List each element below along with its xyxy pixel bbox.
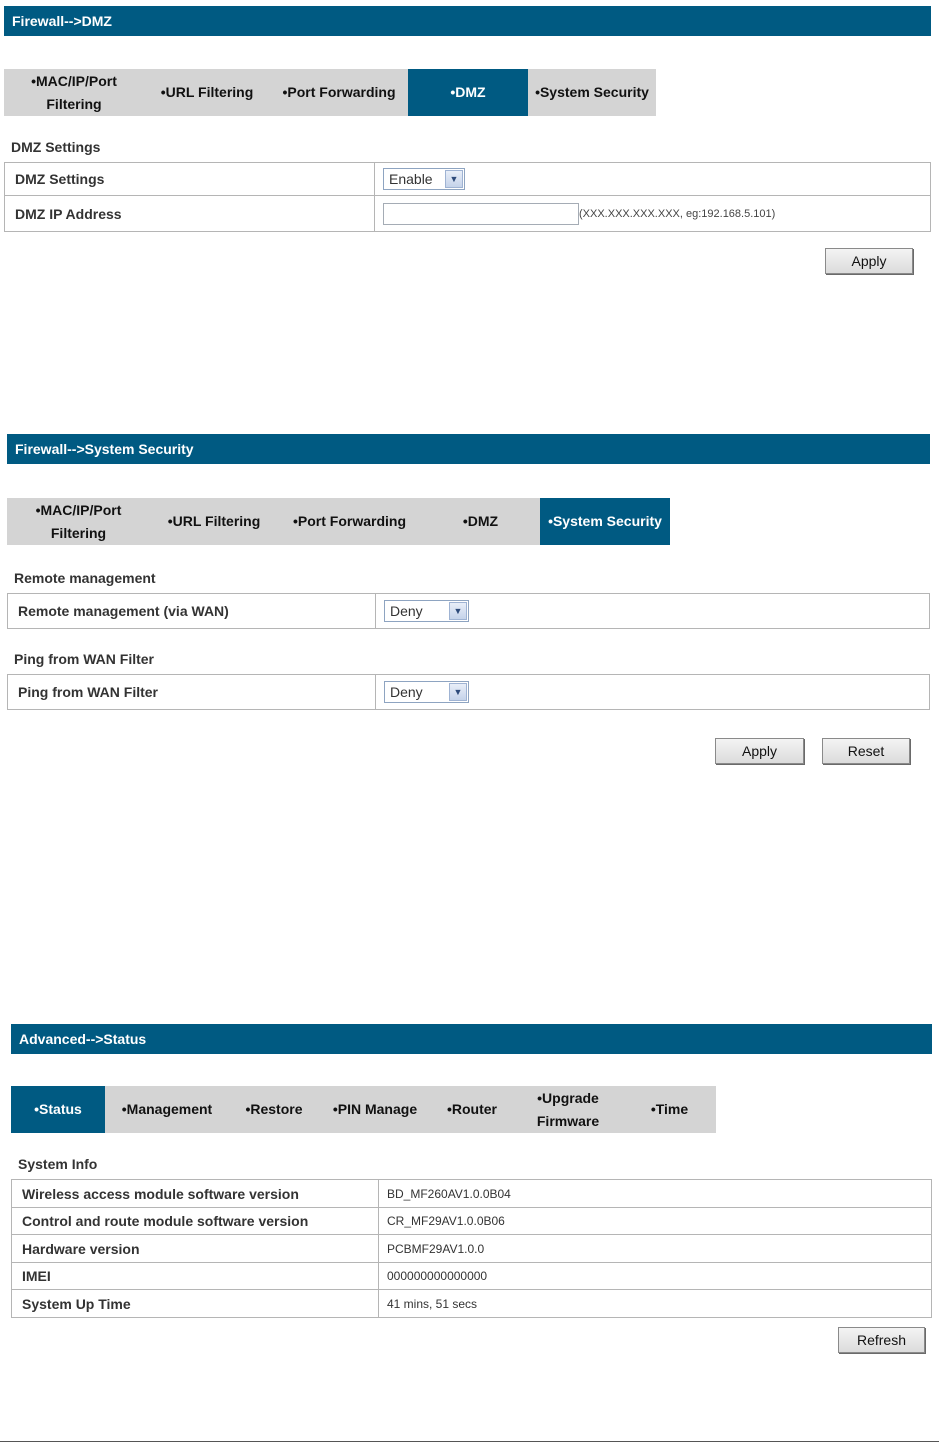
tab-label: •System Security [548, 513, 662, 529]
remote-management-select[interactable]: Deny ▼ [384, 600, 469, 622]
ping-filter-label: Ping from WAN Filter [7, 674, 376, 710]
tab-label: •Upgrade [537, 1089, 599, 1106]
info-label: Control and route module software versio… [11, 1207, 379, 1235]
tab-label: •PIN Manage [332, 1101, 418, 1117]
info-value: 41 mins, 51 secs [378, 1289, 932, 1318]
dmz-settings-label: DMZ Settings [4, 162, 375, 196]
button-label: Refresh [856, 1332, 907, 1348]
select-value: Enable [389, 171, 433, 187]
dmz-title-bar: Firewall-->DMZ [4, 6, 931, 36]
info-value: 000000000000000 [378, 1262, 932, 1290]
tab-dmz[interactable]: •DMZ [421, 498, 540, 545]
tab-label: Filtering [50, 524, 107, 541]
table-row: Hardware version PCBMF29AV1.0.0 [11, 1234, 932, 1263]
ping-filter-section-label: Ping from WAN Filter [14, 651, 154, 667]
table-row: IMEI 000000000000000 [11, 1262, 932, 1290]
tab-label: •DMZ [450, 84, 486, 100]
dmz-settings-table: DMZ Settings Enable ▼ DMZ IP Address (XX… [4, 162, 931, 232]
info-label: IMEI [11, 1262, 379, 1290]
page-divider [0, 1441, 939, 1442]
chevron-down-icon: ▼ [449, 602, 467, 620]
tab-mac-ip-port-filtering[interactable]: •MAC/IP/Port Filtering [7, 498, 150, 545]
tab-label: •Router [446, 1101, 497, 1117]
tab-label: •Port Forwarding [282, 84, 396, 100]
tab-management[interactable]: •Management [105, 1086, 229, 1133]
tab-upgrade-firmware[interactable]: •Upgrade Firmware [513, 1086, 623, 1133]
info-label: System Up Time [11, 1289, 379, 1318]
tab-label: •Restore [245, 1101, 303, 1117]
status-page-title: Advanced-->Status [19, 1031, 147, 1047]
info-value: BD_MF260AV1.0.0B04 [378, 1179, 932, 1208]
tab-system-security[interactable]: •System Security [528, 69, 656, 116]
security-apply-button[interactable]: Apply [715, 738, 804, 764]
dmz-ip-label: DMZ IP Address [4, 195, 375, 232]
ping-filter-table: Ping from WAN Filter Deny ▼ [7, 674, 930, 710]
status-tab-bar: •Status •Management •Restore •PIN Manage… [11, 1086, 716, 1133]
button-label: Apply [741, 743, 778, 759]
remote-management-label: Remote management (via WAN) [7, 593, 376, 629]
security-tab-bar: •MAC/IP/Port Filtering •URL Filtering •Po… [7, 498, 670, 545]
tab-label: •Port Forwarding [292, 513, 406, 529]
chevron-down-icon: ▼ [445, 170, 463, 188]
tab-time[interactable]: •Time [623, 1086, 716, 1133]
tab-restore[interactable]: •Restore [229, 1086, 319, 1133]
button-label: Apply [851, 253, 887, 269]
remote-management-table: Remote management (via WAN) Deny ▼ [7, 593, 930, 629]
tab-label: •URL Filtering [167, 513, 261, 529]
button-label: Reset [847, 743, 885, 759]
tab-label: •DMZ [462, 513, 499, 529]
dmz-tab-bar: •MAC/IP/Port Filtering •URL Filtering •Po… [4, 69, 656, 116]
refresh-button[interactable]: Refresh [838, 1327, 925, 1353]
dmz-page-title: Firewall-->DMZ [12, 13, 112, 29]
security-reset-button[interactable]: Reset [822, 738, 910, 764]
system-info-section-label: System Info [18, 1156, 98, 1172]
system-info-table: Wireless access module software version … [11, 1179, 932, 1318]
tab-label: •Status [34, 1101, 82, 1117]
dmz-apply-button[interactable]: Apply [825, 248, 913, 274]
tab-system-security[interactable]: •System Security [540, 498, 670, 545]
dmz-settings-select[interactable]: Enable ▼ [383, 168, 465, 190]
tab-status[interactable]: •Status [11, 1086, 105, 1133]
tab-label: Firmware [536, 1112, 600, 1129]
dmz-ip-cell: (XXX.XXX.XXX.XXX, eg:192.168.5.101) [374, 195, 931, 232]
tab-label: •MAC/IP/Port [35, 501, 122, 518]
select-value: Deny [390, 603, 423, 619]
remote-management-cell: Deny ▼ [375, 593, 930, 629]
tab-label: •URL Filtering [160, 84, 254, 100]
tab-label: Filtering [46, 95, 102, 112]
tab-mac-ip-port-filtering[interactable]: •MAC/IP/Port Filtering [4, 69, 144, 116]
info-label: Hardware version [11, 1234, 379, 1263]
tab-dmz[interactable]: •DMZ [408, 69, 528, 116]
tab-label: •Management [121, 1101, 213, 1117]
dmz-ip-hint: (XXX.XXX.XXX.XXX, eg:192.168.5.101) [579, 207, 776, 220]
info-value: PCBMF29AV1.0.0 [378, 1234, 932, 1263]
dmz-ip-input[interactable] [383, 202, 579, 225]
table-row: Control and route module software versio… [11, 1207, 932, 1235]
info-label: Wireless access module software version [11, 1179, 379, 1208]
tab-label: •Time [650, 1101, 689, 1117]
tab-port-forwarding[interactable]: •Port Forwarding [270, 69, 408, 116]
info-value: CR_MF29AV1.0.0B06 [378, 1207, 932, 1235]
security-page-title: Firewall-->System Security [15, 441, 194, 457]
table-row: System Up Time 41 mins, 51 secs [11, 1289, 932, 1318]
tab-router[interactable]: •Router [431, 1086, 513, 1133]
tab-url-filtering[interactable]: •URL Filtering [150, 498, 278, 545]
tab-label: •MAC/IP/Port [31, 72, 117, 89]
table-row: Wireless access module software version … [11, 1179, 932, 1208]
tab-pin-manage[interactable]: •PIN Manage [319, 1086, 431, 1133]
ping-filter-select[interactable]: Deny ▼ [384, 681, 469, 703]
tab-url-filtering[interactable]: •URL Filtering [144, 69, 270, 116]
dmz-section-label: DMZ Settings [11, 139, 101, 155]
status-title-bar: Advanced-->Status [11, 1024, 932, 1054]
select-value: Deny [390, 684, 423, 700]
remote-management-section-label: Remote management [14, 570, 156, 586]
tab-label: •System Security [535, 84, 649, 100]
ping-filter-cell: Deny ▼ [375, 674, 930, 710]
security-title-bar: Firewall-->System Security [7, 434, 930, 464]
dmz-settings-cell: Enable ▼ [374, 162, 931, 196]
chevron-down-icon: ▼ [449, 683, 467, 701]
tab-port-forwarding[interactable]: •Port Forwarding [278, 498, 421, 545]
